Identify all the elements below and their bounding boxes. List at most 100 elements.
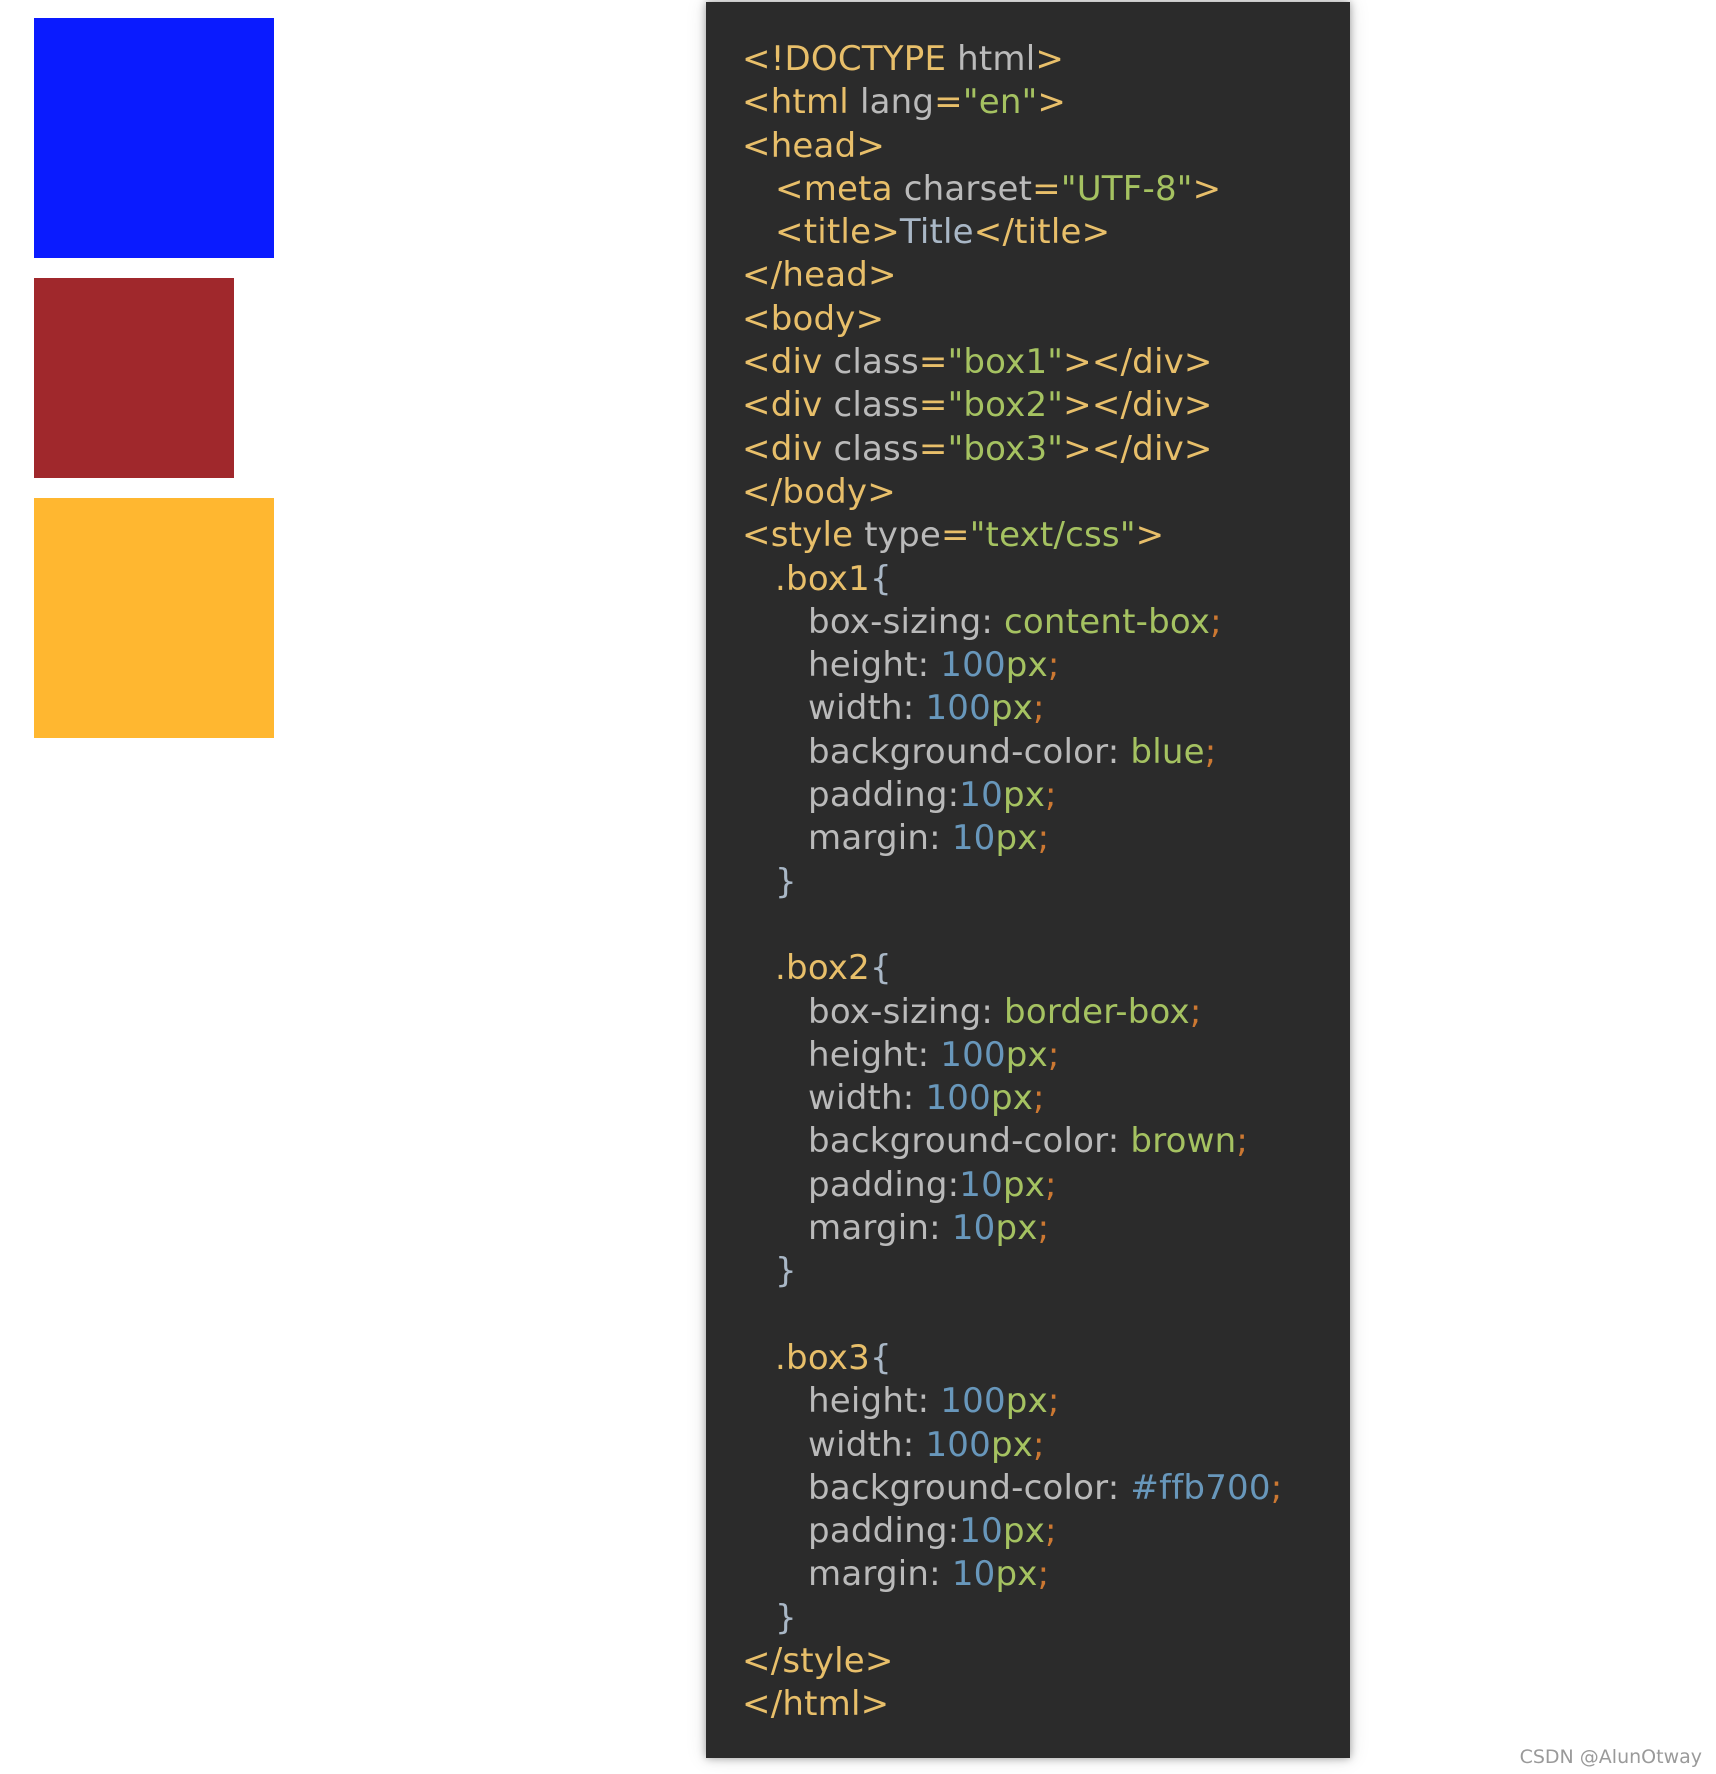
code-token: ></div> <box>1063 342 1213 383</box>
code-token: > <box>1037 82 1067 123</box>
code-token: = <box>918 428 948 469</box>
code-token: 100 <box>925 688 991 729</box>
code-token: ; <box>1045 775 1057 816</box>
code-token: ; <box>1045 1511 1057 1552</box>
code-token: height: <box>808 1381 941 1422</box>
code-line: margin: 10px; <box>742 1207 1282 1250</box>
code-line: padding:10px; <box>742 1510 1282 1553</box>
blue-box <box>34 18 274 258</box>
code-line: <body> <box>742 298 1282 341</box>
code-line: <head> <box>742 125 1282 168</box>
code-token: 100 <box>925 1424 991 1465</box>
code-token: <div <box>742 428 834 469</box>
code-token: "en" <box>962 82 1038 123</box>
code-token: margin: <box>808 1554 952 1595</box>
code-token: = <box>1032 168 1061 209</box>
code-token: ; <box>1033 1078 1045 1119</box>
code-token: content-box <box>1004 601 1211 642</box>
code-token: .box3 <box>775 1337 870 1378</box>
code-line: } <box>742 861 1282 904</box>
code-line: margin: 10px; <box>742 817 1282 860</box>
code-token: } <box>775 1251 797 1292</box>
code-token: brown <box>1130 1121 1237 1162</box>
code-token: margin: <box>808 1208 952 1249</box>
code-token: class <box>833 428 919 469</box>
code-token: px <box>1005 1034 1048 1075</box>
code-line: <meta charset="UTF-8"> <box>742 168 1282 211</box>
code-token: blue <box>1130 731 1205 772</box>
code-token: px <box>1005 1381 1048 1422</box>
code-line: </head> <box>742 254 1282 297</box>
code-token: ; <box>1033 688 1045 729</box>
code-token: class <box>833 342 919 383</box>
code-token: 100 <box>925 1078 991 1119</box>
code-token: <html <box>742 82 860 123</box>
code-token: { <box>869 558 892 599</box>
code-token: .box1 <box>775 558 870 599</box>
code-line: .box2{ <box>742 947 1282 990</box>
code-line: .box1{ <box>742 558 1282 601</box>
code-token: </body> <box>742 471 896 512</box>
code-token: width: <box>808 688 926 729</box>
code-token: <div <box>742 342 834 383</box>
code-token: box-sizing: <box>808 991 1005 1032</box>
code-line: <div class="box3"></div> <box>742 428 1282 471</box>
code-token: = <box>941 515 970 556</box>
code-line: <title>Title</title> <box>742 211 1282 254</box>
code-token: .box2 <box>775 948 870 989</box>
code-token: </title> <box>973 212 1111 253</box>
code-line: height: 100px; <box>742 1380 1282 1423</box>
code-token: <body> <box>742 298 885 339</box>
code-token: px <box>1002 1511 1046 1552</box>
code-token: 10 <box>951 818 996 859</box>
code-token: px <box>995 1554 1038 1595</box>
code-line: </html> <box>742 1683 1282 1726</box>
code-token: border-box <box>1004 991 1190 1032</box>
code-token: ; <box>1033 1424 1045 1465</box>
code-token: > <box>1035 39 1065 79</box>
code-token: > <box>1135 515 1165 556</box>
code-line: <div class="box2"></div> <box>742 384 1282 427</box>
code-token: ; <box>1270 1467 1283 1508</box>
code-token: ; <box>1047 645 1060 686</box>
code-token: 10 <box>951 1208 996 1249</box>
code-token: <!DOCTYPE <box>742 39 958 79</box>
code-token: > <box>1192 168 1222 209</box>
code-token: Title <box>899 212 974 253</box>
code-token: = <box>934 82 963 123</box>
code-line: width: 100px; <box>742 1424 1282 1467</box>
code-line: width: 100px; <box>742 687 1282 730</box>
code-line: </body> <box>742 471 1282 514</box>
code-token: "text/css" <box>969 515 1136 556</box>
code-token: px <box>990 1078 1034 1119</box>
code-token: </head> <box>742 255 897 296</box>
watermark: CSDN @AlunOtway <box>1519 1746 1702 1768</box>
code-token: 10 <box>959 1164 1003 1205</box>
code-line: height: 100px; <box>742 644 1282 687</box>
code-token: background-color: <box>808 1121 1131 1162</box>
code-line: background-color: #ffb700; <box>742 1467 1282 1510</box>
code-line: margin: 10px; <box>742 1553 1282 1596</box>
code-line: background-color: blue; <box>742 731 1282 774</box>
code-token: ></div> <box>1063 428 1213 469</box>
code-token: class <box>833 385 919 426</box>
code-token: "box1" <box>947 342 1064 383</box>
code-token: height: <box>808 1034 941 1075</box>
code-line: padding:10px; <box>742 1164 1282 1207</box>
code-token: lang <box>859 82 935 123</box>
